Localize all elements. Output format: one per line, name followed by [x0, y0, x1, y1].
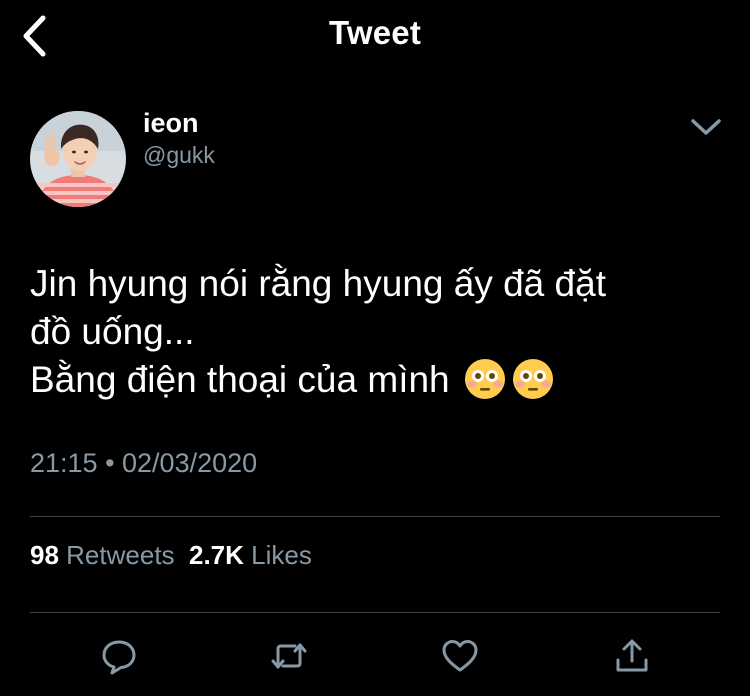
- divider: [30, 516, 720, 517]
- reply-button[interactable]: [97, 634, 141, 678]
- tweet-text-line: Bằng điện thoại của mình: [30, 356, 720, 404]
- like-button[interactable]: [438, 634, 482, 678]
- likes-label: Likes: [251, 540, 312, 570]
- tweet-stats: 98 Retweets 2.7K Likes: [30, 540, 312, 571]
- chevron-down-icon: [691, 119, 721, 135]
- avatar-image: [30, 111, 126, 207]
- share-button[interactable]: [610, 634, 654, 678]
- reply-icon: [102, 640, 136, 675]
- share-icon: [616, 639, 648, 672]
- heart-icon: [442, 640, 478, 672]
- retweets-count: 98: [30, 540, 59, 570]
- author-handle[interactable]: @gukk: [143, 142, 215, 169]
- author-name[interactable]: ieon: [143, 108, 199, 139]
- tweet-timestamp[interactable]: 21:15 • 02/03/2020: [30, 448, 257, 479]
- likes-stat[interactable]: 2.7K Likes: [189, 540, 312, 570]
- more-options-button[interactable]: [686, 110, 726, 144]
- retweets-label: Retweets: [66, 540, 175, 570]
- likes-count: 2.7K: [189, 540, 244, 570]
- flushed-face-icon: [512, 359, 553, 399]
- retweet-icon: [271, 643, 307, 669]
- tweet-text-line: Jin hyung nói rằng hyung ấy đã đặt: [30, 263, 606, 304]
- flushed-face-icon: [464, 359, 505, 399]
- retweets-stat[interactable]: 98 Retweets: [30, 540, 175, 570]
- retweet-button[interactable]: [267, 634, 311, 678]
- page-title: Tweet: [328, 14, 422, 51]
- top-bar: Tweet: [0, 0, 750, 72]
- tweet-text: Jin hyung nói rằng hyung ấy đã đặt đồ uố…: [30, 260, 720, 404]
- tweet-text-segment: Bằng điện thoại của mình: [30, 359, 450, 400]
- divider: [30, 612, 720, 613]
- avatar[interactable]: [30, 111, 126, 207]
- tweet-text-line: đồ uống...: [30, 311, 195, 352]
